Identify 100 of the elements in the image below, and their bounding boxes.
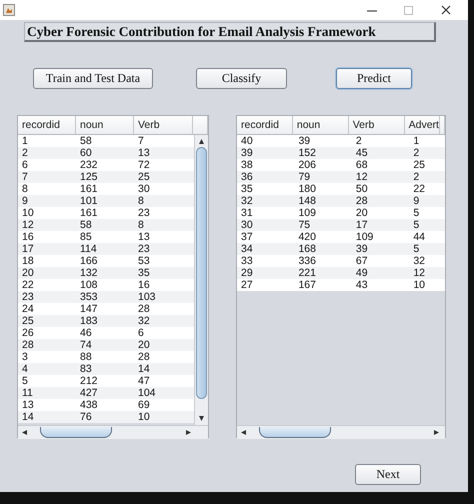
table-cell-text: 221 [297, 267, 317, 279]
table-cell-text: 44 [412, 231, 426, 243]
table-cell-text: 16 [137, 279, 151, 291]
table-cell-text: 23 [21, 291, 35, 303]
table-cell-text: 148 [297, 195, 317, 207]
scroll-down-icon[interactable] [198, 415, 205, 422]
table-cell-text: 3 [21, 351, 29, 363]
table-cell-text: 31 [240, 207, 254, 219]
table-cell-text: 83 [79, 363, 93, 375]
table-cell-text: 74 [79, 339, 93, 351]
scroll-up-icon[interactable] [198, 138, 205, 145]
table-cell-text: 109 [297, 207, 317, 219]
table-cell-text: 49 [354, 267, 369, 279]
classify-button[interactable]: Classify [196, 68, 287, 89]
table-cell-text: 35 [137, 267, 151, 279]
scroll-right-icon[interactable] [185, 429, 192, 436]
table-cell-text: 6 [21, 159, 29, 171]
table-cell-text: 20 [21, 267, 35, 279]
table-cell-text: 38 [240, 159, 254, 171]
table-cell-text: 32 [412, 255, 426, 267]
table-cell-text: 6 [137, 327, 145, 339]
close-icon[interactable] [441, 5, 451, 15]
table-cell-text: 40 [240, 135, 254, 147]
table-cell-text: 47 [137, 375, 151, 387]
table-cell-text: 8 [137, 219, 145, 231]
table-cell-text: 53 [137, 255, 151, 267]
table-cell-text: 168 [297, 243, 317, 255]
table-cell-text: 69 [137, 399, 151, 411]
column-header[interactable]: noun [76, 116, 134, 134]
table-cell-text: 4 [21, 363, 29, 375]
table-cell-text: 103 [137, 291, 157, 303]
table-cell-text: 13 [137, 147, 151, 159]
table-cell-text: 30 [137, 183, 151, 195]
scroll-left-icon[interactable] [240, 429, 247, 436]
table-cell-text: 24 [21, 303, 35, 315]
table-cell-text: 109 [354, 231, 374, 243]
table-cell-text: 20 [354, 207, 369, 219]
table-cell-text: 5 [21, 375, 29, 387]
table-cell-text: 29 [240, 267, 254, 279]
table-cell-text: 79 [297, 171, 312, 183]
table-cell-text: 26 [21, 327, 35, 339]
column-header[interactable]: recordid [18, 116, 76, 134]
table-cell-text: 180 [297, 183, 317, 195]
table-cell-text: 60 [79, 147, 93, 159]
table-cell-text: 2 [354, 135, 363, 147]
table-cell-text: 67 [354, 255, 369, 267]
table-cell-text: 35 [240, 183, 254, 195]
table-cell-text: 147 [79, 303, 99, 315]
table-cell-text: 114 [79, 243, 98, 255]
table-cell-text: 16 [21, 231, 35, 243]
table-cell-text: 2 [21, 147, 29, 159]
table-cell-text: 125 [79, 171, 99, 183]
table-cell-text: 166 [79, 255, 99, 267]
table-cell-text: 161 [79, 183, 99, 195]
table-cell-text: 37 [240, 231, 254, 243]
table-cell-text: 132 [79, 267, 99, 279]
next-button[interactable]: Next [355, 464, 421, 485]
table-cell-text: 28 [137, 351, 151, 363]
table-cell-text: 104 [137, 387, 157, 399]
table-cell-text: 34 [240, 243, 254, 255]
scroll-right-icon[interactable] [433, 429, 440, 436]
train-test-data-button[interactable]: Train and Test Data [33, 68, 153, 89]
table-cell-text: 10 [412, 279, 426, 291]
table-cell-text: 72 [137, 159, 151, 171]
column-header[interactable]: Advert [404, 116, 440, 134]
column-header[interactable]: Verb [134, 116, 193, 134]
table-cell-text: 5 [412, 243, 420, 255]
table-cell-text: 420 [297, 231, 317, 243]
horizontal-scrollbar-thumb[interactable] [40, 427, 112, 438]
table-cell-text: 438 [79, 399, 99, 411]
table-cell-text: 167 [297, 279, 317, 291]
scroll-left-icon[interactable] [21, 429, 28, 436]
table-cell-text: 13 [137, 231, 151, 243]
vertical-scrollbar-thumb[interactable] [196, 147, 207, 399]
table-cell-text: 10 [21, 207, 35, 219]
app-icon [3, 4, 15, 16]
table-cell-text: 5 [412, 219, 420, 231]
table-cell-text: 23 [137, 243, 151, 255]
table-cell-text: 13 [21, 399, 35, 411]
horizontal-scrollbar-thumb[interactable] [259, 427, 331, 438]
table-cell-text: 14 [137, 363, 151, 375]
table-cell-text: 22 [21, 279, 35, 291]
table-cell-text: 39 [354, 243, 369, 255]
table-cell-text: 32 [240, 195, 254, 207]
column-header[interactable]: Verb [348, 116, 405, 134]
table-cell-text: 88 [79, 351, 93, 363]
table-cell-text: 36 [240, 171, 254, 183]
table-cell-text: 9 [21, 195, 29, 207]
table-cell-text: 12 [354, 171, 369, 183]
column-header[interactable]: recordid [237, 116, 293, 134]
table-cell-text: 1 [21, 135, 29, 147]
column-header[interactable]: noun [292, 116, 349, 134]
app-heading: Cyber Forensic Contribution for Email Analysis Framework [24, 22, 436, 42]
table-cell-text: 7 [21, 171, 29, 183]
table-cell-text: 353 [79, 291, 99, 303]
table-cell-text: 9 [412, 195, 420, 207]
table-cell-text: 8 [137, 195, 145, 207]
table-cell-text: 28 [137, 303, 151, 315]
predict-button[interactable]: Predict [336, 68, 412, 89]
table-cell-text: 206 [297, 159, 317, 171]
